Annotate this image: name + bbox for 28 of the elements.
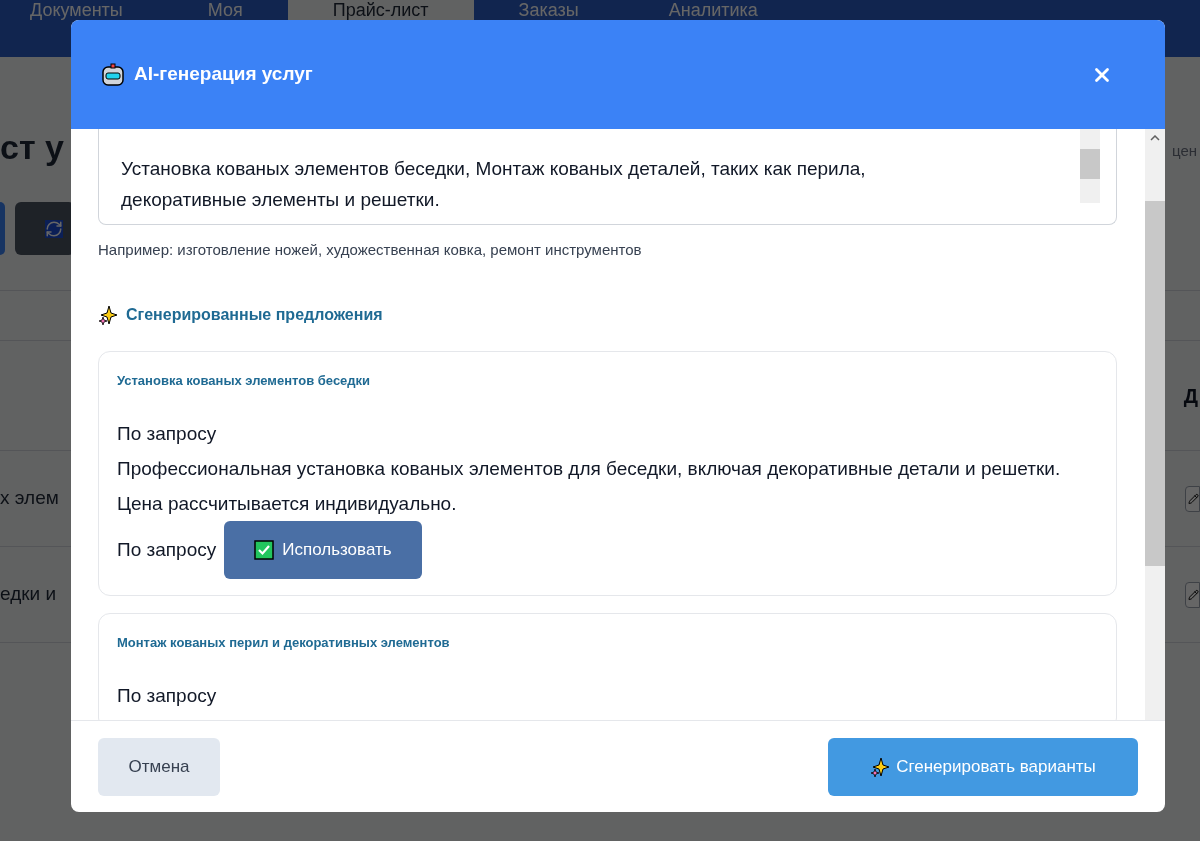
scrollbar-thumb[interactable] (1145, 201, 1165, 566)
refresh-icon (45, 219, 63, 238)
section-title: Сгенерированные предложения (126, 305, 383, 325)
cancel-button[interactable]: Отмена (98, 737, 220, 796)
edit-button[interactable] (1185, 581, 1200, 608)
sparkles-icon (870, 756, 891, 777)
suggestion-price: По запросу (117, 537, 217, 562)
checkmark-icon (254, 540, 275, 560)
suggestion-price: По запросу (117, 684, 218, 708)
suggestion-title: Монтаж кованых перил и декоративных элементов (117, 634, 451, 652)
sparkles-icon (98, 305, 118, 325)
robot-icon (100, 61, 126, 88)
description-field[interactable]: Установка кованых элементов беседки, Монтаж кованых деталей, таких как перила, декоративные элементы и решетки. (98, 129, 1117, 225)
modal-title: AI-генерация услуг (134, 62, 313, 87)
suggestion-price: По запросу (117, 422, 218, 446)
use-button[interactable]: Использовать (224, 521, 422, 579)
suggestion-description: Профессиональная установка кованых элементов для беседки, включая декоративные детали и решетки. Цена рассчитывается индивидуально. (117, 457, 1062, 516)
scroll-up-icon (1150, 135, 1160, 141)
table-cell-text: едки и (0, 582, 57, 607)
pencil-icon (1188, 492, 1199, 505)
pencil-icon (1188, 588, 1199, 601)
action-button[interactable] (0, 202, 5, 255)
hint-text: Например: изготовление ножей, художественная ковка, ремонт инструментов (98, 240, 643, 260)
table-cell-text: х элем (0, 486, 59, 511)
column-heading: Д (1183, 383, 1198, 409)
page-title: ст у (0, 127, 64, 167)
edit-button[interactable] (1185, 485, 1200, 512)
suggestion-title: Установка кованых элементов беседки (117, 372, 372, 390)
